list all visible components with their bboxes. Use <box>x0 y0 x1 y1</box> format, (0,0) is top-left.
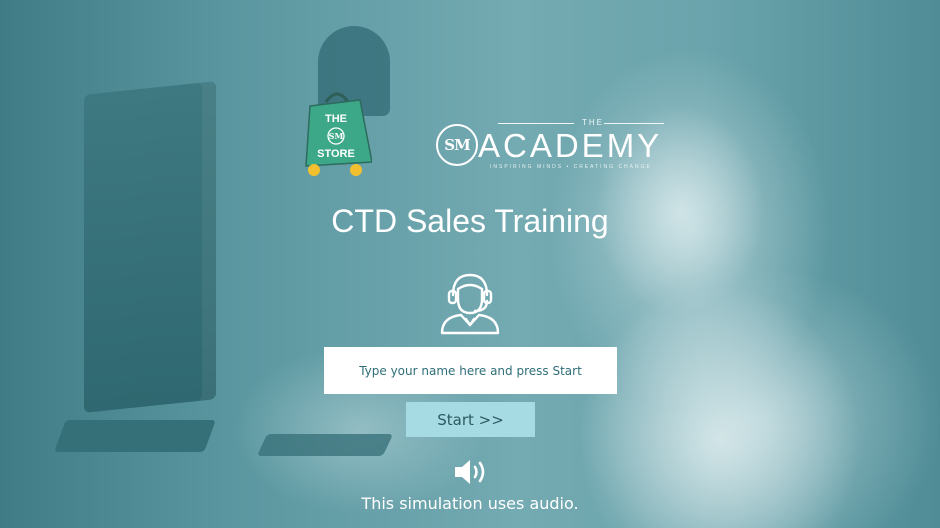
customer-service-agent-icon <box>440 273 500 335</box>
start-button[interactable]: Start >> <box>406 402 535 437</box>
academy-tagline: INSPIRING MINDS • CREATING CHANGE <box>490 164 652 170</box>
speaker-icon[interactable] <box>452 456 488 488</box>
svg-text:THE: THE <box>325 113 347 125</box>
svg-text:STORE: STORE <box>317 148 355 160</box>
logo-rule <box>498 123 574 124</box>
sm-academy-logo: THE SM ACADEMY INSPIRING MINDS • CREATIN… <box>436 118 666 174</box>
name-input[interactable] <box>324 347 617 394</box>
svg-text:SM: SM <box>329 131 344 141</box>
page-title: CTD Sales Training <box>331 203 609 239</box>
academy-the: THE <box>582 118 604 127</box>
logo-rule <box>604 123 664 124</box>
academy-monogram: SM <box>436 124 478 166</box>
sm-store-logo: THE SM STORE <box>305 92 372 176</box>
audio-notice: This simulation uses audio. <box>361 494 579 513</box>
monitor-shape <box>84 81 216 413</box>
academy-word: ACADEMY <box>478 127 663 164</box>
keyboard-shape <box>256 434 394 456</box>
monitor-base-shape <box>54 420 216 452</box>
